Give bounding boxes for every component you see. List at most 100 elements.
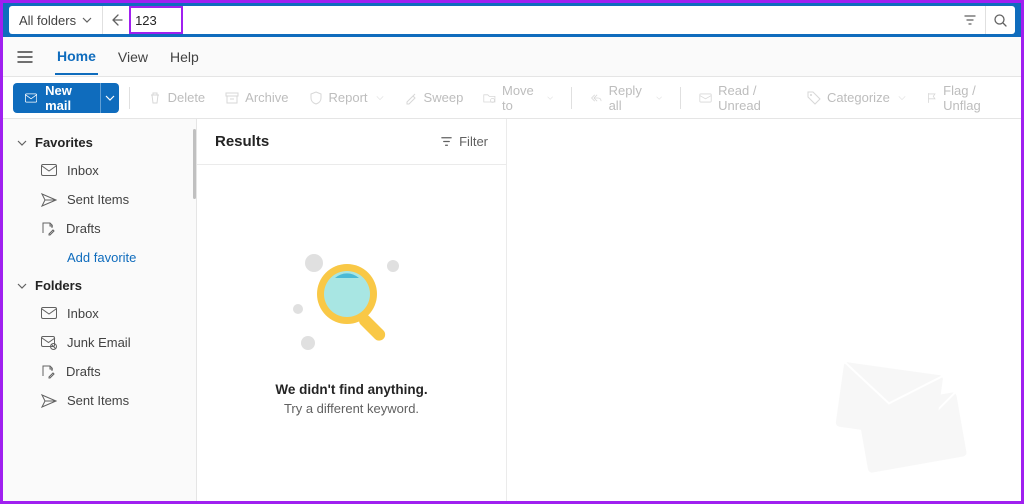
tag-icon [807, 91, 821, 105]
empty-title: We didn't find anything. [275, 382, 427, 397]
results-pane: Results Filter [197, 119, 507, 501]
arrow-left-icon [110, 13, 124, 27]
empty-mail-illustration [821, 361, 991, 491]
categorize-button[interactable]: Categorize [799, 86, 914, 109]
folders-label: Folders [35, 278, 82, 293]
toolbar: New mail Delete Archive Report Sweep M [3, 77, 1021, 119]
tab-home[interactable]: Home [55, 39, 98, 75]
new-mail-dropdown[interactable] [100, 83, 119, 113]
chevron-down-icon [656, 94, 662, 102]
sidebar-item-label: Sent Items [67, 393, 129, 408]
sweep-icon [404, 91, 418, 105]
mail-icon [41, 164, 57, 177]
shield-icon [309, 91, 323, 105]
read-unread-button[interactable]: Read / Unread [691, 79, 795, 117]
menu-bar: Home View Help [3, 37, 1021, 77]
sweep-button[interactable]: Sweep [396, 86, 472, 109]
filter-lines-icon [963, 13, 977, 27]
reply-all-icon [590, 92, 603, 104]
sidebar-item-label: Drafts [66, 221, 101, 236]
new-mail-button[interactable]: New mail [13, 83, 100, 113]
search-filter-button[interactable] [955, 6, 985, 34]
sidebar-section-folders[interactable]: Folders [7, 272, 192, 299]
search-bar: All folders [9, 6, 1015, 34]
filter-lines-icon [440, 135, 453, 148]
sidebar-item-label: Junk Email [67, 335, 131, 350]
chevron-down-icon [17, 281, 27, 291]
drafts-icon [41, 364, 56, 379]
new-mail-group: New mail [13, 83, 119, 113]
sidebar-item-label: Inbox [67, 163, 99, 178]
flag-unflag-label: Flag / Unflag [943, 83, 1003, 113]
send-icon [41, 193, 57, 207]
sidebar-item-inbox[interactable]: Inbox [7, 156, 192, 185]
report-label: Report [329, 90, 368, 105]
mail-icon [25, 92, 37, 104]
sweep-label: Sweep [424, 90, 464, 105]
sidebar-add-favorite[interactable]: Add favorite [7, 243, 192, 272]
junk-icon [41, 336, 57, 350]
sidebar-section-favorites[interactable]: Favorites [7, 129, 192, 156]
sidebar-item-inbox-2[interactable]: Inbox [7, 299, 192, 328]
mail-icon [41, 307, 57, 320]
titlebar: All folders [3, 3, 1021, 37]
send-icon [41, 394, 57, 408]
delete-button[interactable]: Delete [140, 86, 214, 109]
tab-help[interactable]: Help [168, 40, 201, 74]
chevron-down-icon [82, 15, 92, 25]
search-scope-label: All folders [19, 13, 76, 28]
hamburger-icon [17, 50, 33, 64]
sidebar: Favorites Inbox Sent Items Drafts Add fa… [3, 119, 197, 501]
chevron-down-icon [376, 94, 384, 102]
chevron-down-icon [17, 138, 27, 148]
filter-label: Filter [459, 134, 488, 149]
archive-button[interactable]: Archive [217, 86, 296, 109]
sidebar-item-sent[interactable]: Sent Items [7, 185, 192, 214]
favorites-label: Favorites [35, 135, 93, 150]
sidebar-item-label: Sent Items [67, 192, 129, 207]
search-input[interactable] [135, 13, 175, 28]
move-to-label: Move to [502, 83, 539, 113]
results-header: Results Filter [197, 119, 506, 165]
read-icon [699, 92, 712, 104]
read-unread-label: Read / Unread [718, 83, 787, 113]
report-button[interactable]: Report [301, 86, 392, 109]
chevron-down-icon [105, 93, 115, 103]
search-empty-illustration [287, 250, 417, 360]
results-title: Results [215, 133, 269, 150]
empty-subtitle: Try a different keyword. [284, 401, 419, 416]
add-favorite-label: Add favorite [67, 250, 136, 265]
archive-label: Archive [245, 90, 288, 105]
sidebar-item-sent-2[interactable]: Sent Items [7, 386, 192, 415]
search-scope-selector[interactable]: All folders [9, 6, 103, 34]
chevron-down-icon [898, 94, 906, 102]
trash-icon [148, 91, 162, 105]
archive-icon [225, 91, 239, 105]
flag-unflag-button[interactable]: Flag / Unflag [918, 79, 1011, 117]
hamburger-button[interactable] [13, 50, 37, 64]
sidebar-item-label: Drafts [66, 364, 101, 379]
scrollbar-thumb[interactable] [193, 129, 196, 199]
move-to-button[interactable]: Move to [475, 79, 561, 117]
search-input-highlight [129, 6, 183, 34]
reply-all-button[interactable]: Reply all [582, 79, 670, 117]
drafts-icon [41, 221, 56, 236]
categorize-label: Categorize [827, 90, 890, 105]
flag-icon [926, 91, 937, 105]
sidebar-item-drafts[interactable]: Drafts [7, 214, 192, 243]
sidebar-item-drafts-2[interactable]: Drafts [7, 357, 192, 386]
sidebar-item-label: Inbox [67, 306, 99, 321]
results-filter-button[interactable]: Filter [440, 134, 488, 149]
search-submit-button[interactable] [985, 6, 1015, 34]
delete-label: Delete [168, 90, 206, 105]
search-back-button[interactable] [103, 13, 131, 27]
app-window: All folders Home View Help [0, 0, 1024, 504]
content-area: Favorites Inbox Sent Items Drafts Add fa… [3, 119, 1021, 501]
chevron-down-icon [547, 94, 553, 102]
tab-view[interactable]: View [116, 40, 150, 74]
sidebar-item-junk[interactable]: Junk Email [7, 328, 192, 357]
reading-pane [507, 119, 1021, 501]
folder-move-icon [483, 91, 496, 105]
empty-state: We didn't find anything. Try a different… [197, 165, 506, 501]
search-icon [993, 13, 1008, 28]
